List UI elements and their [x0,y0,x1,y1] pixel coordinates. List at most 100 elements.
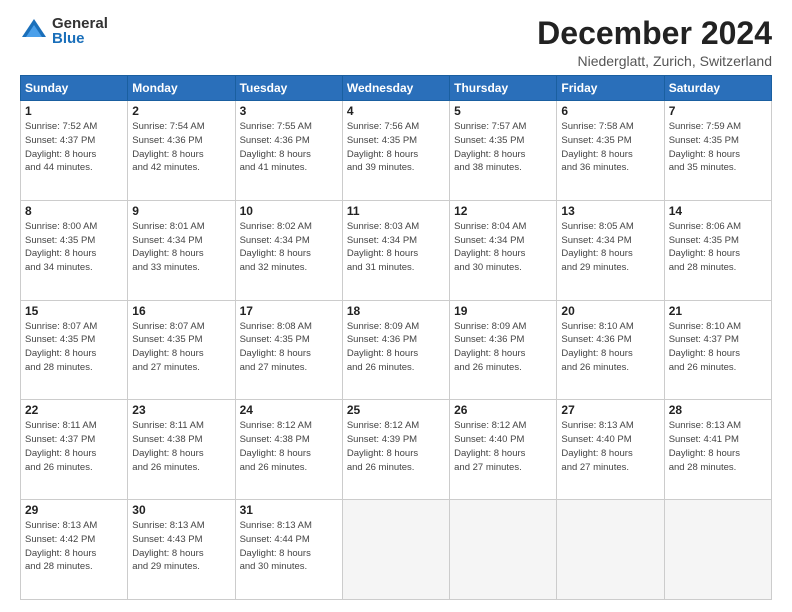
day-info: Sunrise: 7:55 AM Sunset: 4:36 PM Dayligh… [240,120,338,175]
day-number: 5 [454,104,552,118]
day-number: 29 [25,503,123,517]
day-info: Sunrise: 8:07 AM Sunset: 4:35 PM Dayligh… [25,320,123,375]
day-info: Sunrise: 7:52 AM Sunset: 4:37 PM Dayligh… [25,120,123,175]
col-friday: Friday [557,76,664,101]
calendar-cell [664,500,771,600]
calendar-cell: 19 Sunrise: 8:09 AM Sunset: 4:36 PM Dayli… [450,300,557,400]
calendar-cell: 28 Sunrise: 8:13 AM Sunset: 4:41 PM Dayli… [664,400,771,500]
day-info: Sunrise: 7:57 AM Sunset: 4:35 PM Dayligh… [454,120,552,175]
main-title: December 2024 [537,16,772,51]
calendar-cell: 24 Sunrise: 8:12 AM Sunset: 4:38 PM Dayli… [235,400,342,500]
calendar-week-4: 22Sunrise: 8:11 AM Sunset: 4:37 PM Dayli… [21,400,772,500]
calendar-week-5: 29 Sunrise: 8:13 AM Sunset: 4:42 PM Dayli… [21,500,772,600]
header: General Blue December 2024 Niederglatt, … [20,16,772,69]
day-number: 26 [454,403,552,417]
day-info: Sunrise: 8:13 AM Sunset: 4:44 PM Dayligh… [240,519,338,574]
day-info: Sunrise: 8:00 AM Sunset: 4:35 PM Dayligh… [25,220,123,275]
day-info: Sunrise: 8:10 AM Sunset: 4:36 PM Dayligh… [561,320,659,375]
day-info: Sunrise: 8:08 AM Sunset: 4:35 PM Dayligh… [240,320,338,375]
logo-blue: Blue [52,31,108,46]
day-number: 20 [561,304,659,318]
col-sunday: Sunday [21,76,128,101]
logo-text: General Blue [52,16,108,46]
calendar-cell: 7Sunrise: 7:59 AM Sunset: 4:35 PM Daylig… [664,101,771,201]
day-number: 28 [669,403,767,417]
calendar-cell: 31 Sunrise: 8:13 AM Sunset: 4:44 PM Dayli… [235,500,342,600]
col-wednesday: Wednesday [342,76,449,101]
day-info: Sunrise: 8:11 AM Sunset: 4:38 PM Dayligh… [132,419,230,474]
day-info: Sunrise: 8:09 AM Sunset: 4:36 PM Dayligh… [454,320,552,375]
day-info: Sunrise: 8:05 AM Sunset: 4:34 PM Dayligh… [561,220,659,275]
day-info: Sunrise: 8:09 AM Sunset: 4:36 PM Dayligh… [347,320,445,375]
day-info: Sunrise: 8:02 AM Sunset: 4:34 PM Dayligh… [240,220,338,275]
day-number: 14 [669,204,767,218]
calendar-header-row: Sunday Monday Tuesday Wednesday Thursday… [21,76,772,101]
calendar-cell: 20 Sunrise: 8:10 AM Sunset: 4:36 PM Dayli… [557,300,664,400]
logo-icon [20,17,48,45]
calendar-cell: 14 Sunrise: 8:06 AM Sunset: 4:35 PM Dayli… [664,200,771,300]
day-number: 1 [25,104,123,118]
calendar-cell: 17 Sunrise: 8:08 AM Sunset: 4:35 PM Dayli… [235,300,342,400]
calendar-cell: 11 Sunrise: 8:03 AM Sunset: 4:34 PM Dayli… [342,200,449,300]
page: General Blue December 2024 Niederglatt, … [0,0,792,612]
calendar-cell: 23Sunrise: 8:11 AM Sunset: 4:38 PM Dayli… [128,400,235,500]
day-number: 6 [561,104,659,118]
day-info: Sunrise: 8:13 AM Sunset: 4:43 PM Dayligh… [132,519,230,574]
day-info: Sunrise: 8:13 AM Sunset: 4:41 PM Dayligh… [669,419,767,474]
day-number: 2 [132,104,230,118]
day-info: Sunrise: 8:01 AM Sunset: 4:34 PM Dayligh… [132,220,230,275]
calendar-cell: 25Sunrise: 8:12 AM Sunset: 4:39 PM Dayli… [342,400,449,500]
calendar-cell: 6Sunrise: 7:58 AM Sunset: 4:35 PM Daylig… [557,101,664,201]
logo-general: General [52,16,108,31]
calendar-cell: 21Sunrise: 8:10 AM Sunset: 4:37 PM Dayli… [664,300,771,400]
day-info: Sunrise: 8:03 AM Sunset: 4:34 PM Dayligh… [347,220,445,275]
calendar-week-1: 1 Sunrise: 7:52 AM Sunset: 4:37 PM Daylig… [21,101,772,201]
calendar-cell [450,500,557,600]
calendar-cell: 29 Sunrise: 8:13 AM Sunset: 4:42 PM Dayli… [21,500,128,600]
calendar-cell: 22Sunrise: 8:11 AM Sunset: 4:37 PM Dayli… [21,400,128,500]
day-number: 11 [347,204,445,218]
day-info: Sunrise: 7:59 AM Sunset: 4:35 PM Dayligh… [669,120,767,175]
day-number: 16 [132,304,230,318]
day-info: Sunrise: 8:12 AM Sunset: 4:40 PM Dayligh… [454,419,552,474]
day-number: 18 [347,304,445,318]
day-number: 24 [240,403,338,417]
day-info: Sunrise: 8:11 AM Sunset: 4:37 PM Dayligh… [25,419,123,474]
calendar-cell: 5 Sunrise: 7:57 AM Sunset: 4:35 PM Daylig… [450,101,557,201]
calendar-cell: 4 Sunrise: 7:56 AM Sunset: 4:35 PM Daylig… [342,101,449,201]
calendar-cell [557,500,664,600]
calendar-cell: 27Sunrise: 8:13 AM Sunset: 4:40 PM Dayli… [557,400,664,500]
calendar-cell: 9 Sunrise: 8:01 AM Sunset: 4:34 PM Daylig… [128,200,235,300]
day-info: Sunrise: 7:56 AM Sunset: 4:35 PM Dayligh… [347,120,445,175]
calendar-cell: 10Sunrise: 8:02 AM Sunset: 4:34 PM Dayli… [235,200,342,300]
title-block: December 2024 Niederglatt, Zurich, Switz… [537,16,772,69]
day-info: Sunrise: 8:06 AM Sunset: 4:35 PM Dayligh… [669,220,767,275]
calendar-week-2: 8 Sunrise: 8:00 AM Sunset: 4:35 PM Daylig… [21,200,772,300]
day-number: 17 [240,304,338,318]
calendar-cell: 8 Sunrise: 8:00 AM Sunset: 4:35 PM Daylig… [21,200,128,300]
day-number: 12 [454,204,552,218]
day-number: 31 [240,503,338,517]
day-number: 8 [25,204,123,218]
calendar-cell: 30Sunrise: 8:13 AM Sunset: 4:43 PM Dayli… [128,500,235,600]
calendar-cell: 13 Sunrise: 8:05 AM Sunset: 4:34 PM Dayli… [557,200,664,300]
calendar-week-3: 15Sunrise: 8:07 AM Sunset: 4:35 PM Dayli… [21,300,772,400]
day-number: 27 [561,403,659,417]
day-info: Sunrise: 8:12 AM Sunset: 4:39 PM Dayligh… [347,419,445,474]
day-info: Sunrise: 8:10 AM Sunset: 4:37 PM Dayligh… [669,320,767,375]
calendar-cell: 3Sunrise: 7:55 AM Sunset: 4:36 PM Daylig… [235,101,342,201]
day-info: Sunrise: 8:12 AM Sunset: 4:38 PM Dayligh… [240,419,338,474]
calendar: Sunday Monday Tuesday Wednesday Thursday… [20,75,772,600]
day-number: 19 [454,304,552,318]
day-number: 13 [561,204,659,218]
day-number: 9 [132,204,230,218]
day-info: Sunrise: 7:54 AM Sunset: 4:36 PM Dayligh… [132,120,230,175]
day-number: 4 [347,104,445,118]
calendar-cell: 16 Sunrise: 8:07 AM Sunset: 4:35 PM Dayli… [128,300,235,400]
day-info: Sunrise: 8:04 AM Sunset: 4:34 PM Dayligh… [454,220,552,275]
col-monday: Monday [128,76,235,101]
logo: General Blue [20,16,108,46]
day-info: Sunrise: 8:13 AM Sunset: 4:42 PM Dayligh… [25,519,123,574]
calendar-cell: 15Sunrise: 8:07 AM Sunset: 4:35 PM Dayli… [21,300,128,400]
day-info: Sunrise: 8:07 AM Sunset: 4:35 PM Dayligh… [132,320,230,375]
